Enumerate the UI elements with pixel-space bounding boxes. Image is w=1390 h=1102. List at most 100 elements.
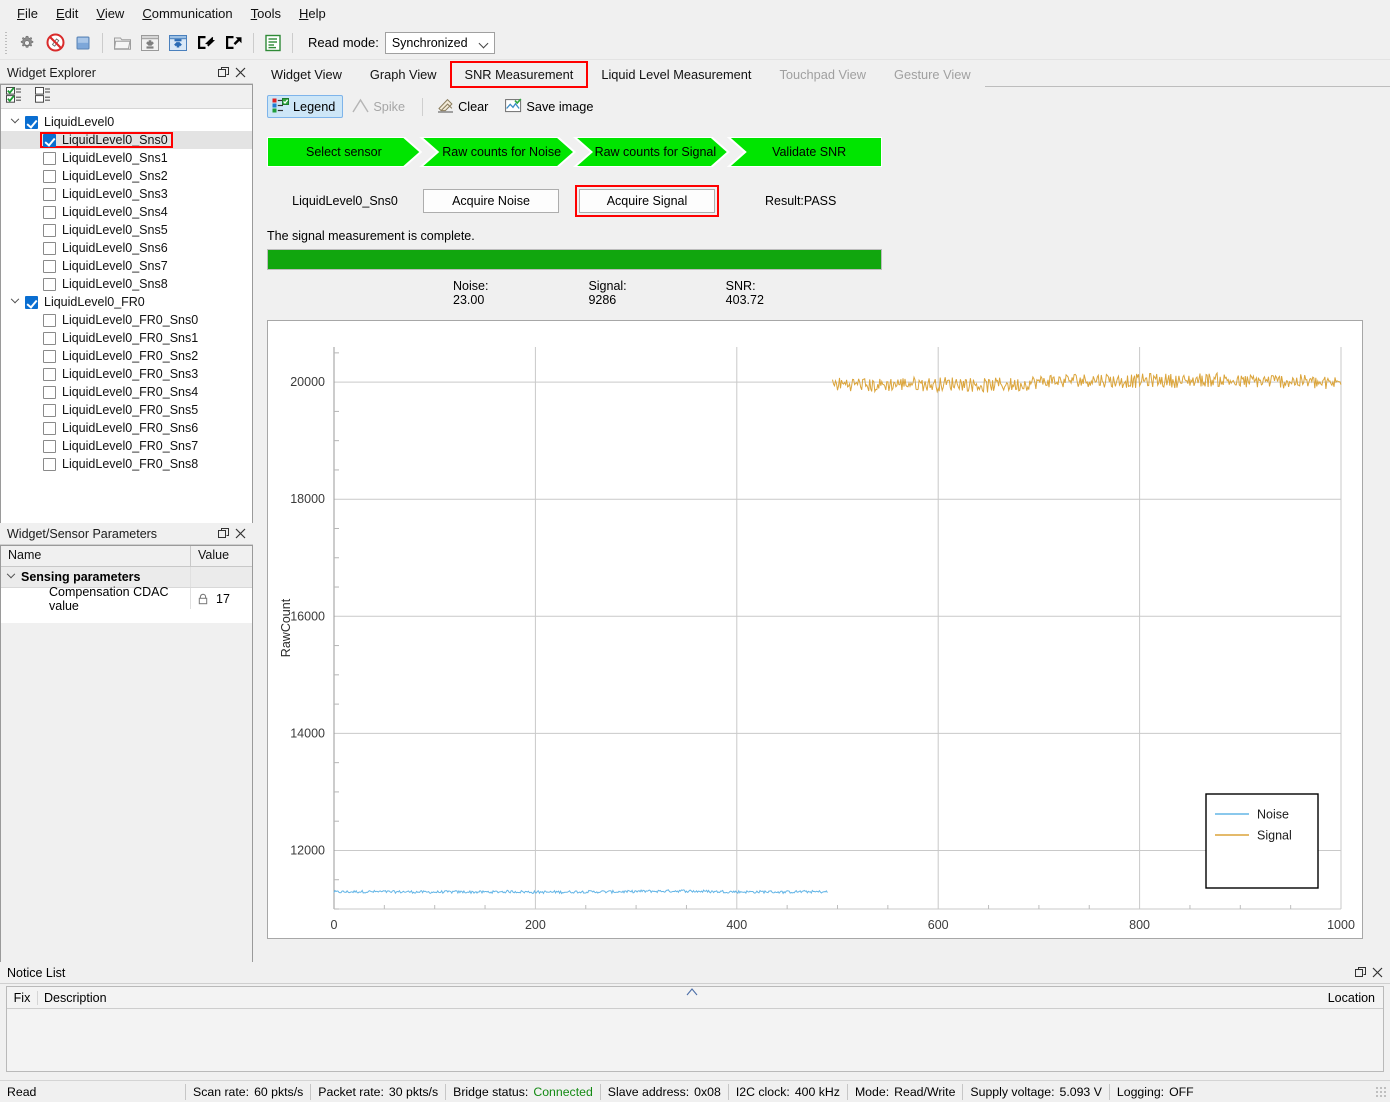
raw-count-chart[interactable]: 12000 14000 16000 18000 20000 0 200 400 600 800 10…	[267, 320, 1363, 939]
import-icon[interactable]	[192, 30, 220, 56]
tree-item-checkbox[interactable]	[43, 331, 56, 345]
tree-item-label: LiquidLevel0_FR0_Sns5	[62, 403, 199, 417]
widget-tree: LiquidLevel0 LiquidLevel0_Sns0 LiquidLevel…	[1, 110, 252, 473]
tree-item[interactable]: LiquidLevel0_FR0_Sns2	[1, 347, 252, 365]
tree-item-checkbox[interactable]	[43, 421, 56, 435]
tree-item-checkbox[interactable]	[43, 277, 56, 291]
acquire-signal-button[interactable]: Acquire Signal	[579, 189, 715, 213]
tree-scroll-area[interactable]: LiquidLevel0 LiquidLevel0_Sns0 LiquidLevel…	[1, 110, 252, 544]
write-to-device-icon[interactable]	[164, 30, 192, 56]
tree-item-content: LiquidLevel0_FR0_Sns1	[41, 331, 202, 345]
read-from-device-icon[interactable]	[136, 30, 164, 56]
tree-item-checkbox[interactable]	[43, 403, 56, 417]
tab-graph-view[interactable]: Graph View	[355, 62, 451, 87]
close-icon[interactable]	[232, 64, 249, 81]
tree-item[interactable]: LiquidLevel0_Sns8	[1, 275, 252, 293]
main-content: Widget View Graph View SNR Measurement Liqu…	[257, 61, 1390, 964]
tree-item-checkbox[interactable]	[43, 259, 56, 273]
tree-item-checkbox[interactable]	[43, 187, 56, 201]
spike-button[interactable]: Spike	[347, 95, 413, 118]
status-cell-mode: Mode: Read/Write	[848, 1081, 962, 1102]
log-icon[interactable]	[259, 30, 287, 56]
tab-snr-measurement[interactable]: SNR Measurement	[449, 61, 589, 88]
close-icon-2[interactable]	[232, 525, 249, 542]
tree-item[interactable]: LiquidLevel0_Sns5	[1, 221, 252, 239]
tree-item-checkbox[interactable]	[43, 151, 56, 165]
tab-liquid-level-measurement[interactable]: Liquid Level Measurement	[587, 62, 766, 87]
tree-item-checkbox[interactable]	[43, 367, 56, 381]
tree-item[interactable]: LiquidLevel0_Sns1	[1, 149, 252, 167]
read-mode-select[interactable]: Synchronized	[384, 31, 495, 54]
float-panel-icon[interactable]	[215, 64, 232, 81]
parameter-row[interactable]: Compensation CDAC value 17	[1, 585, 252, 613]
save-image-button[interactable]: Save image	[500, 95, 601, 118]
tree-item-label: LiquidLevel0_Sns1	[62, 151, 168, 165]
notice-list-body: Fix Description Location	[6, 986, 1384, 1072]
tree-item-checkbox[interactable]	[43, 241, 56, 255]
close-icon-3[interactable]	[1369, 964, 1386, 981]
tree-item-checkbox[interactable]	[25, 115, 38, 129]
tree-item[interactable]: LiquidLevel0_FR0_Sns6	[1, 419, 252, 437]
menu-item-communication[interactable]: Communication	[133, 2, 241, 25]
clear-button[interactable]: Clear	[432, 95, 496, 118]
chart-legend-label-noise: Noise	[1257, 808, 1289, 822]
legend-button[interactable]: Legend	[267, 95, 344, 118]
float-panel-icon-3[interactable]	[1352, 964, 1369, 981]
status-cell-value: 60 pkts/s	[254, 1084, 304, 1099]
settings-gear-icon[interactable]	[13, 30, 41, 56]
uncheck-all-icon[interactable]	[35, 87, 57, 106]
tree-item-checkbox[interactable]	[43, 439, 56, 453]
tree-item[interactable]: LiquidLevel0_FR0_Sns3	[1, 365, 252, 383]
tree-item[interactable]: LiquidLevel0_FR0	[1, 293, 252, 311]
stop-icon[interactable]	[69, 30, 97, 56]
tree-item[interactable]: LiquidLevel0_Sns4	[1, 203, 252, 221]
tree-item[interactable]: LiquidLevel0_FR0_Sns1	[1, 329, 252, 347]
resize-grip[interactable]	[1375, 1085, 1387, 1098]
tree-item-checkbox[interactable]	[43, 205, 56, 219]
parameter-value[interactable]	[191, 567, 252, 587]
float-panel-icon-2[interactable]	[215, 525, 232, 542]
collapse-caret-icon[interactable]	[686, 985, 698, 996]
tree-item-content: LiquidLevel0_FR0_Sns0	[41, 313, 202, 327]
export-icon[interactable]	[220, 30, 248, 56]
tree-item[interactable]: LiquidLevel0_FR0_Sns5	[1, 401, 252, 419]
tree-item-checkbox[interactable]	[43, 457, 56, 471]
menu-item-file[interactable]: File	[8, 2, 47, 25]
tree-item[interactable]: LiquidLevel0_FR0_Sns7	[1, 437, 252, 455]
tree-item[interactable]: LiquidLevel0_Sns6	[1, 239, 252, 257]
tree-item[interactable]: LiquidLevel0_Sns7	[1, 257, 252, 275]
open-folder-icon[interactable]	[108, 30, 136, 56]
menu-item-view[interactable]: View	[87, 2, 133, 25]
parameter-value[interactable]: 17	[191, 588, 252, 609]
status-cell-value: 0x08	[694, 1084, 721, 1099]
toolbar-grip[interactable]	[4, 31, 10, 54]
tree-item[interactable]: LiquidLevel0_FR0_Sns0	[1, 311, 252, 329]
tree-item[interactable]: LiquidLevel0_Sns2	[1, 167, 252, 185]
chart-x-tick-label: 1000	[1327, 918, 1355, 932]
widget-explorer-title: Widget Explorer	[7, 65, 96, 80]
tree-item[interactable]: LiquidLevel0_FR0_Sns4	[1, 383, 252, 401]
check-all-icon[interactable]	[6, 87, 28, 106]
tree-item-checkbox[interactable]	[43, 385, 56, 399]
tree-item-content: LiquidLevel0	[23, 115, 118, 129]
tree-item[interactable]: LiquidLevel0_FR0_Sns8	[1, 455, 252, 473]
tree-item-checkbox[interactable]	[43, 169, 56, 183]
tree-item-checkbox[interactable]	[25, 295, 38, 309]
tree-item[interactable]: LiquidLevel0	[1, 113, 252, 131]
menu-item-edit[interactable]: Edit	[47, 2, 87, 25]
chevron-down-icon[interactable]	[7, 114, 23, 125]
chevron-down-icon[interactable]	[1, 569, 21, 580]
tree-item[interactable]: LiquidLevel0_Sns3	[1, 185, 252, 203]
disconnect-icon[interactable]	[41, 30, 69, 56]
tab-widget-view[interactable]: Widget View	[257, 62, 356, 87]
menu-item-help[interactable]: Help	[290, 2, 335, 25]
tree-item-checkbox[interactable]	[43, 223, 56, 237]
tree-item-checkbox[interactable]	[43, 349, 56, 363]
tree-item-checkbox[interactable]	[43, 133, 56, 147]
chevron-down-icon[interactable]	[7, 294, 23, 305]
menu-item-tools[interactable]: Tools	[242, 2, 290, 25]
parameter-name: Compensation CDAC value	[1, 585, 191, 613]
tree-item-checkbox[interactable]	[43, 313, 56, 327]
tree-item[interactable]: LiquidLevel0_Sns0	[1, 131, 252, 149]
acquire-noise-button[interactable]: Acquire Noise	[423, 189, 559, 213]
